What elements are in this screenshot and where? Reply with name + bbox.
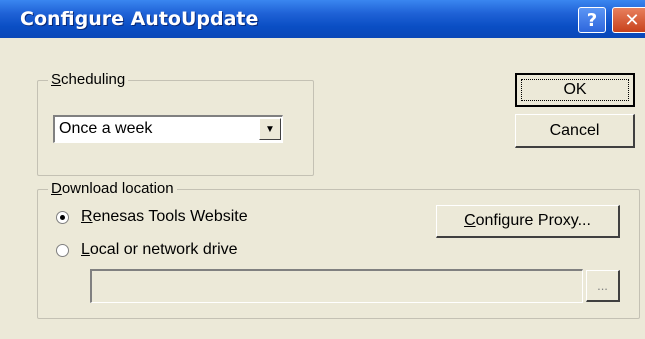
focus-rect [521,79,629,101]
schedule-select-value: Once a week [59,120,153,137]
help-icon: ? [586,9,598,31]
chevron-down-icon[interactable]: ▼ [259,118,281,140]
scheduling-group: Scheduling Once a week ▼ [37,71,314,176]
close-button[interactable]: ✕ [612,7,645,33]
cancel-button-label: Cancel [549,121,600,139]
local-path-input[interactable] [90,269,583,303]
scheduling-label: Scheduling [48,71,129,88]
window-title: Configure AutoUpdate [20,8,259,30]
radio-renesas-website[interactable]: Renesas Tools Website [56,208,248,226]
browse-button[interactable]: ... [586,270,620,302]
ok-button[interactable]: OK [515,73,635,107]
cancel-button[interactable]: Cancel [515,114,635,148]
radio-local-network-drive-label: Local or network drive [81,241,238,258]
radio-unchecked-icon[interactable] [56,243,69,257]
close-icon: ✕ [624,9,640,31]
radio-renesas-website-label: Renesas Tools Website [81,208,248,225]
configure-autoupdate-dialog: Configure AutoUpdate ? ✕ Scheduling Once… [0,0,645,339]
title-bar[interactable]: Configure AutoUpdate ? ✕ [0,0,645,38]
browse-ellipsis-icon: ... [597,278,608,293]
download-location-label: Download location [48,180,177,197]
configure-proxy-button[interactable]: Configure Proxy... [436,205,620,238]
configure-proxy-label: Configure Proxy... [464,212,591,229]
radio-checked-icon[interactable] [56,210,69,224]
help-button[interactable]: ? [578,7,606,33]
schedule-select[interactable]: Once a week ▼ [53,115,283,143]
radio-local-network-drive[interactable]: Local or network drive [56,241,238,259]
download-location-group: Download location Renesas Tools Website … [37,180,640,319]
